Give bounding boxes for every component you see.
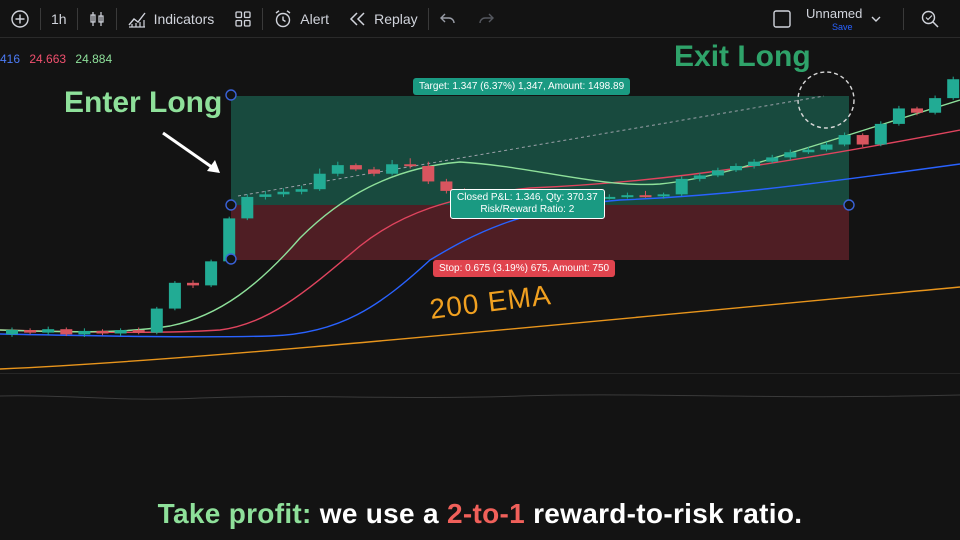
candle (784, 152, 797, 158)
closed-pnl-line2: Risk/Reward Ratio: 2 (480, 204, 575, 215)
candle (911, 108, 923, 113)
layout-name-text: Unnamed (806, 5, 863, 21)
candle (132, 330, 145, 333)
candles-icon (89, 11, 104, 26)
rewind-icon (350, 11, 365, 26)
interval-button[interactable]: 1h (41, 0, 77, 38)
alert-label: Alert (300, 10, 330, 27)
candle (368, 169, 380, 174)
candle (802, 149, 815, 153)
caption: Take profit: we use a 2-to-1 reward-to-r… (0, 498, 960, 530)
candle (96, 330, 109, 334)
caption-part-2: we use a (311, 498, 447, 529)
candle (205, 261, 218, 286)
search-icon (921, 10, 939, 28)
candle (78, 330, 91, 335)
closed-pnl-line1: Closed P&L: 1.346, Qty: 370.37 (457, 192, 598, 203)
candle (874, 123, 887, 145)
enter-long-label: Enter Long (64, 86, 223, 119)
candle (820, 144, 833, 150)
replay-button[interactable]: Replay (339, 0, 428, 38)
caption-part-1: Take profit: (157, 498, 312, 529)
candle (386, 164, 399, 174)
indicators-button[interactable]: Indicators (117, 0, 225, 38)
candle (114, 330, 127, 334)
plus-circle-icon (11, 9, 29, 28)
redo-icon (478, 13, 494, 23)
chart-type-button[interactable] (78, 0, 116, 38)
redo-button[interactable] (467, 0, 505, 38)
candle (748, 161, 761, 166)
layout-save-text: Save (832, 21, 853, 32)
undo-button[interactable] (429, 0, 467, 38)
candle (349, 165, 362, 170)
target-handle[interactable] (225, 89, 237, 101)
replay-label: Replay (374, 10, 418, 27)
candle (730, 165, 742, 171)
interval-label: 1h (51, 10, 67, 27)
stop-tag[interactable]: Stop: 0.675 (3.19%) 675, Amount: 750 (433, 260, 616, 277)
chevron-down-icon (871, 16, 881, 22)
candle (639, 195, 652, 198)
candle (60, 329, 73, 335)
caption-part-3: 2-to-1 (446, 498, 525, 529)
candle (675, 178, 688, 195)
candle (892, 108, 905, 124)
alert-button[interactable]: Alert (263, 0, 339, 38)
top-toolbar: 1h Indicators Alert Replay Unnamed Save (0, 0, 960, 38)
target-tag[interactable]: Target: 1.347 (6.37%) 1,347, Amount: 149… (413, 78, 631, 95)
exit-long-label: Exit Long (674, 40, 811, 73)
candle (693, 175, 706, 179)
layout-name: Unnamed Save (806, 7, 862, 32)
layout-square-icon (773, 10, 791, 28)
candle (24, 330, 37, 333)
end-handle[interactable] (843, 199, 855, 211)
candle (168, 282, 181, 309)
indicators-label: Indicators (153, 10, 215, 27)
layout-selector[interactable]: Unnamed Save (772, 0, 882, 38)
candle (295, 189, 308, 192)
candle (187, 282, 199, 286)
candle (241, 196, 254, 219)
indicators-icon (128, 12, 146, 28)
grid-icon (235, 10, 251, 27)
candle (711, 170, 724, 176)
caption-part-4: reward-to-risk ratio. (524, 498, 803, 529)
candle (6, 330, 18, 335)
stop-handle[interactable] (225, 253, 237, 265)
closed-pnl-tag[interactable]: Closed P&L: 1.346, Qty: 370.37 Risk/Rewa… (450, 189, 605, 219)
alarm-clock-icon (275, 9, 291, 27)
candle (657, 194, 670, 197)
candle (150, 308, 163, 333)
templates-button[interactable] (224, 0, 262, 38)
candle (404, 164, 417, 167)
candle (621, 195, 634, 198)
candle (331, 165, 344, 174)
add-symbol-button[interactable] (0, 0, 40, 38)
candle (42, 329, 55, 333)
toolbar-separator (903, 8, 904, 30)
enter-arrow (162, 131, 217, 172)
entry-handle[interactable] (225, 199, 237, 211)
candle (929, 98, 942, 113)
candle (766, 157, 779, 162)
candle (277, 191, 290, 195)
quick-search-button[interactable] (910, 0, 950, 38)
candle (856, 135, 869, 145)
candle (838, 135, 851, 145)
candle (313, 173, 326, 190)
candle (259, 194, 272, 197)
candle (947, 79, 960, 99)
oscillator-line (0, 394, 960, 400)
candle (422, 165, 435, 182)
oscillator-pane (0, 394, 960, 400)
candle (603, 196, 616, 199)
undo-icon (439, 13, 455, 23)
